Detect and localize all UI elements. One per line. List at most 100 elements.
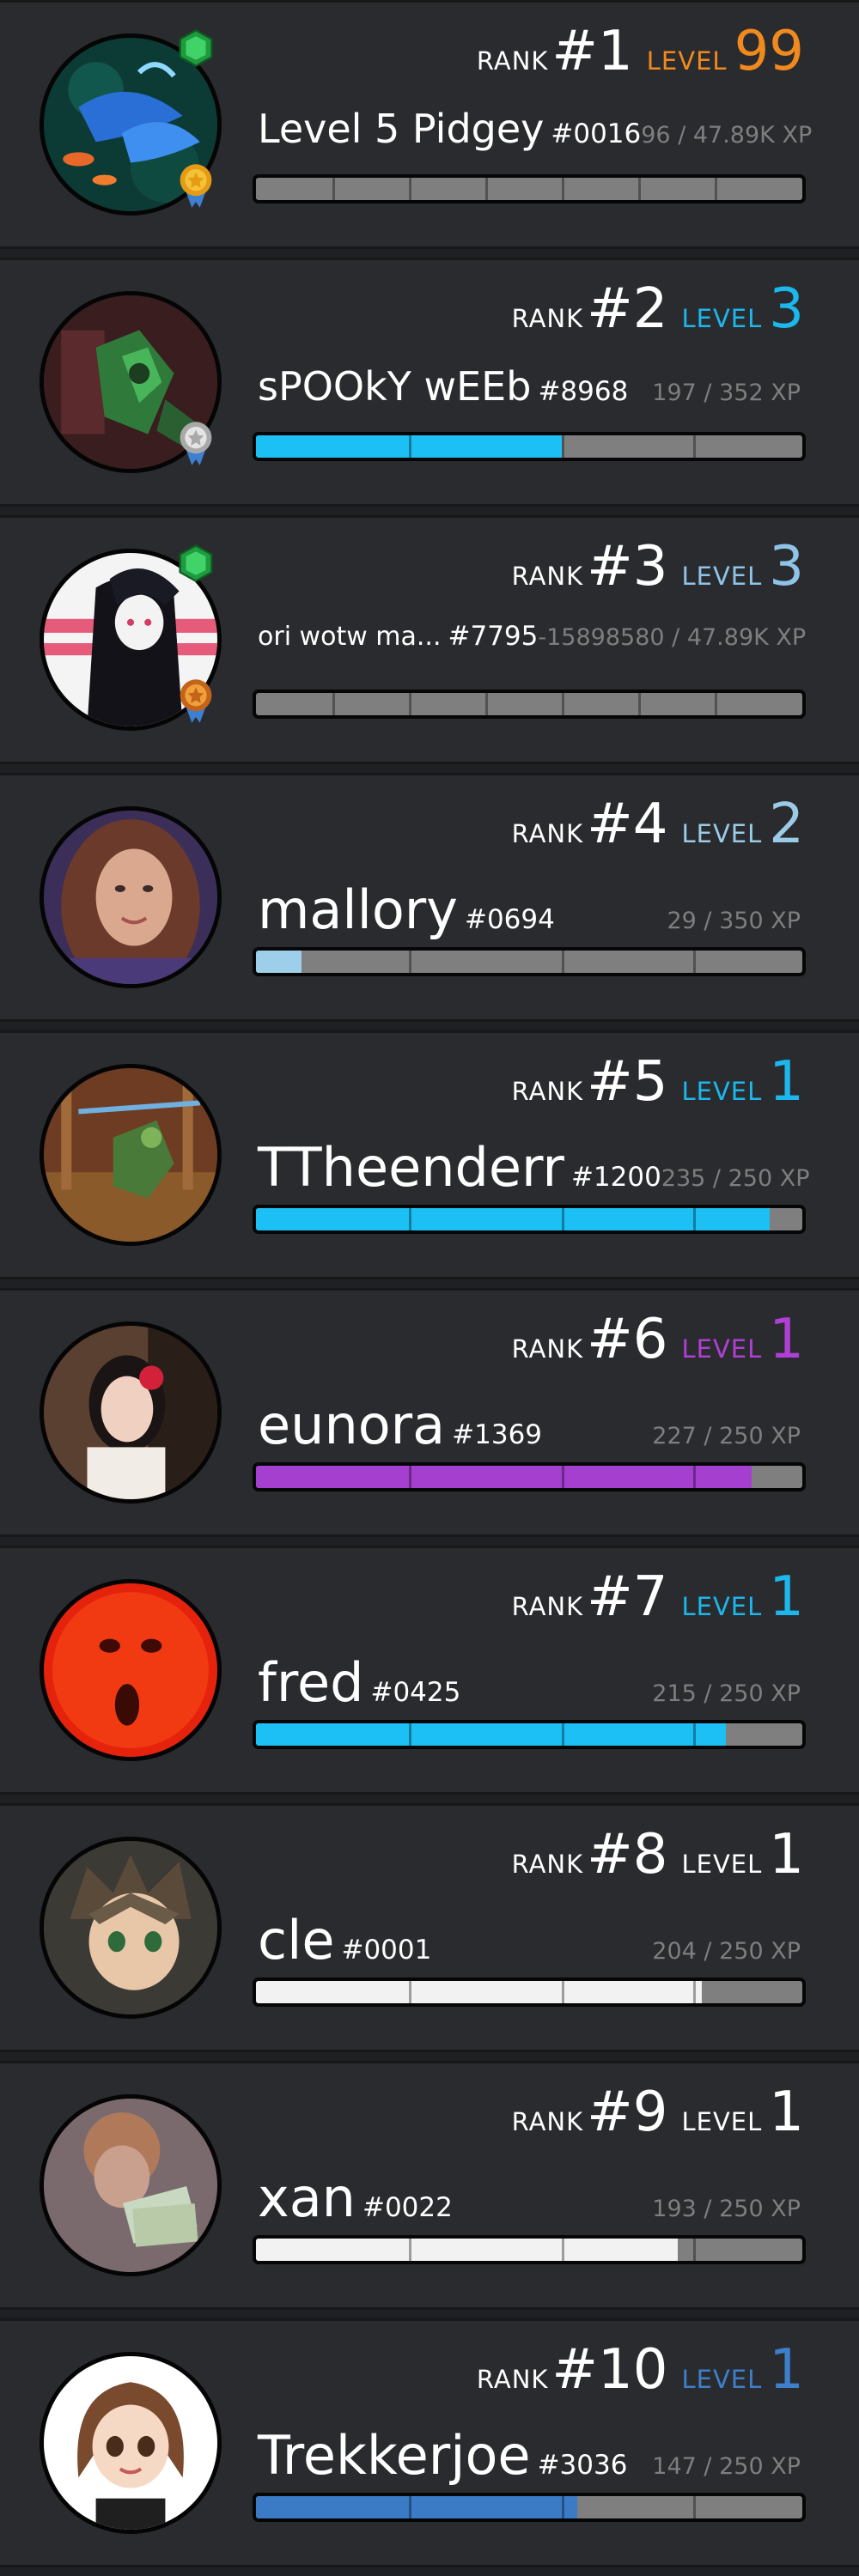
xp-progress-bar bbox=[253, 690, 806, 719]
leaderboard: RANK #1 LEVEL 99 Level 5 Pidgey #0016 96 / 47.… bbox=[0, 0, 859, 2576]
gold-medal-icon bbox=[176, 162, 216, 208]
rank-level-line: RANK #9 LEVEL 1 bbox=[512, 2081, 804, 2149]
discriminator: #0001 bbox=[341, 1935, 432, 1965]
xp-text: 197 / 352 XP bbox=[652, 380, 801, 406]
leaderboard-card[interactable]: RANK #9 LEVEL 1 xan #0022 193 / 250 XP bbox=[0, 2061, 859, 2310]
discriminator: #7795 bbox=[448, 621, 539, 652]
xp-bar-tick bbox=[409, 693, 412, 715]
level-label: LEVEL bbox=[681, 562, 763, 591]
xp-progress-fill bbox=[256, 178, 258, 200]
xp-progress-fill bbox=[256, 1723, 726, 1746]
leaderboard-card[interactable]: RANK #6 LEVEL 1 eunora #1369 227 / 250 XP bbox=[0, 1288, 859, 1537]
level-value: 1 bbox=[769, 1823, 804, 1886]
xp-bar-tick bbox=[692, 2239, 696, 2261]
xp-bar-tick bbox=[409, 435, 412, 458]
rank-level-line: RANK #6 LEVEL 1 bbox=[512, 1308, 804, 1376]
username: Trekkerjoe bbox=[258, 2424, 531, 2487]
leaderboard-card[interactable]: RANK #8 LEVEL 1 cle #0001 204 / 250 XP bbox=[0, 1803, 859, 2052]
leaderboard-card[interactable]: RANK #10 LEVEL 1 Trekkerjoe #3036 147 / 250 XP bbox=[0, 2318, 859, 2567]
username: eunora bbox=[258, 1394, 446, 1456]
rank-value: #7 bbox=[587, 1565, 668, 1629]
user-info-line: cle #0001 204 / 250 XP bbox=[258, 1909, 801, 1971]
cartoon-girl-avatar bbox=[40, 2352, 222, 2534]
xp-bar-tick bbox=[409, 178, 412, 200]
rank-value: #5 bbox=[587, 1050, 668, 1114]
xp-bar-tick bbox=[638, 178, 642, 200]
level-value: 1 bbox=[769, 2081, 804, 2144]
discriminator: #0022 bbox=[362, 2192, 453, 2223]
leaderboard-card[interactable]: RANK #1 LEVEL 99 Level 5 Pidgey #0016 96 / 47.… bbox=[0, 0, 859, 249]
level-value: 1 bbox=[769, 2338, 804, 2402]
silver-medal-icon bbox=[176, 420, 216, 465]
level-label: LEVEL bbox=[681, 1850, 763, 1879]
rank-value: #3 bbox=[587, 535, 668, 598]
rank-level-line: RANK #4 LEVEL 2 bbox=[512, 793, 804, 861]
rank-level-line: RANK #2 LEVEL 3 bbox=[512, 277, 804, 346]
discriminator: #1200 bbox=[570, 1162, 661, 1193]
game-character-avatar bbox=[40, 1064, 222, 1246]
rank-level-line: RANK #5 LEVEL 1 bbox=[512, 1050, 804, 1119]
xp-bar-tick bbox=[692, 1981, 696, 2003]
discriminator: #3036 bbox=[537, 2450, 628, 2481]
rank-label: RANK bbox=[476, 46, 549, 76]
anime-boy-avatar bbox=[40, 1837, 222, 2019]
leaderboard-card[interactable]: RANK #2 LEVEL 3 sPOOkY wEEb #8968 197 / 352 XP bbox=[0, 258, 859, 507]
username: fred bbox=[258, 1651, 364, 1714]
level-label: LEVEL bbox=[681, 2107, 763, 2136]
xp-progress-bar bbox=[253, 432, 806, 461]
level-label: LEVEL bbox=[681, 819, 763, 848]
xp-bar-tick bbox=[715, 693, 718, 715]
rank-label: RANK bbox=[511, 304, 584, 333]
level-value: 1 bbox=[769, 1050, 804, 1114]
xp-bar-tick bbox=[409, 1723, 412, 1746]
discriminator: #0425 bbox=[370, 1677, 461, 1708]
rank-label: RANK bbox=[476, 2365, 549, 2394]
discriminator: #0694 bbox=[464, 904, 555, 935]
xp-progress-bar bbox=[253, 2235, 806, 2264]
user-info-line: Level 5 Pidgey #0016 96 / 47.89K XP bbox=[258, 106, 812, 166]
level-label: LEVEL bbox=[681, 1077, 763, 1106]
user-info-line: sPOOkY wEEb #8968 197 / 352 XP bbox=[258, 363, 801, 423]
user-info-line: ori wotw ma... #7795 -15898580 / 47.89K XP bbox=[258, 621, 806, 681]
xp-bar-tick bbox=[692, 1466, 696, 1488]
rank-label: RANK bbox=[511, 1850, 584, 1879]
xp-bar-tick bbox=[562, 951, 565, 973]
xp-progress-fill bbox=[256, 2239, 678, 2261]
xp-progress-fill bbox=[256, 1466, 752, 1488]
level-label: LEVEL bbox=[681, 304, 763, 333]
leaderboard-card[interactable]: RANK #5 LEVEL 1 TTheenderr #1200 235 / 250 XP bbox=[0, 1030, 859, 1279]
xp-bar-tick bbox=[485, 178, 489, 200]
bronze-medal-icon bbox=[176, 677, 216, 723]
user-info-line: mallory #0694 29 / 350 XP bbox=[258, 878, 801, 941]
xp-bar-tick bbox=[332, 178, 336, 200]
xp-text: 235 / 250 XP bbox=[661, 1165, 810, 1192]
xp-bar-tick bbox=[409, 1981, 412, 2003]
rank-level-line: RANK #8 LEVEL 1 bbox=[512, 1823, 804, 1892]
xp-bar-tick bbox=[562, 2496, 565, 2518]
rank-level-line: RANK #7 LEVEL 1 bbox=[512, 1565, 804, 1634]
xp-bar-tick bbox=[485, 693, 489, 715]
xp-bar-tick bbox=[715, 178, 718, 200]
level-value: 3 bbox=[769, 535, 804, 598]
xp-bar-tick bbox=[692, 951, 696, 973]
xp-bar-tick bbox=[562, 693, 565, 715]
leaderboard-card[interactable]: RANK #7 LEVEL 1 fred #0425 215 / 250 XP bbox=[0, 1546, 859, 1795]
xp-bar-tick bbox=[692, 435, 696, 458]
woman-red-flower-avatar bbox=[40, 1321, 222, 1504]
leaderboard-card[interactable]: RANK #4 LEVEL 2 mallory #0694 29 / 350 XP bbox=[0, 773, 859, 1022]
rank-label: RANK bbox=[511, 819, 584, 848]
xp-progress-bar bbox=[253, 1978, 806, 2007]
level-label: LEVEL bbox=[681, 2365, 763, 2394]
discriminator: #8968 bbox=[538, 376, 629, 407]
xp-bar-tick bbox=[562, 178, 565, 200]
level-value: 1 bbox=[769, 1308, 804, 1371]
username: cle bbox=[258, 1909, 335, 1971]
xp-text: 227 / 250 XP bbox=[652, 1423, 801, 1449]
discriminator: #0016 bbox=[551, 118, 642, 149]
xp-text: 147 / 250 XP bbox=[652, 2453, 801, 2480]
xp-bar-tick bbox=[562, 2239, 565, 2261]
leaderboard-card[interactable]: RANK #3 LEVEL 3 ori wotw ma... #7795 -15898580… bbox=[0, 515, 859, 764]
username: Level 5 Pidgey bbox=[258, 106, 545, 152]
username: ori wotw ma... bbox=[258, 622, 442, 652]
rank-label: RANK bbox=[511, 1334, 584, 1364]
